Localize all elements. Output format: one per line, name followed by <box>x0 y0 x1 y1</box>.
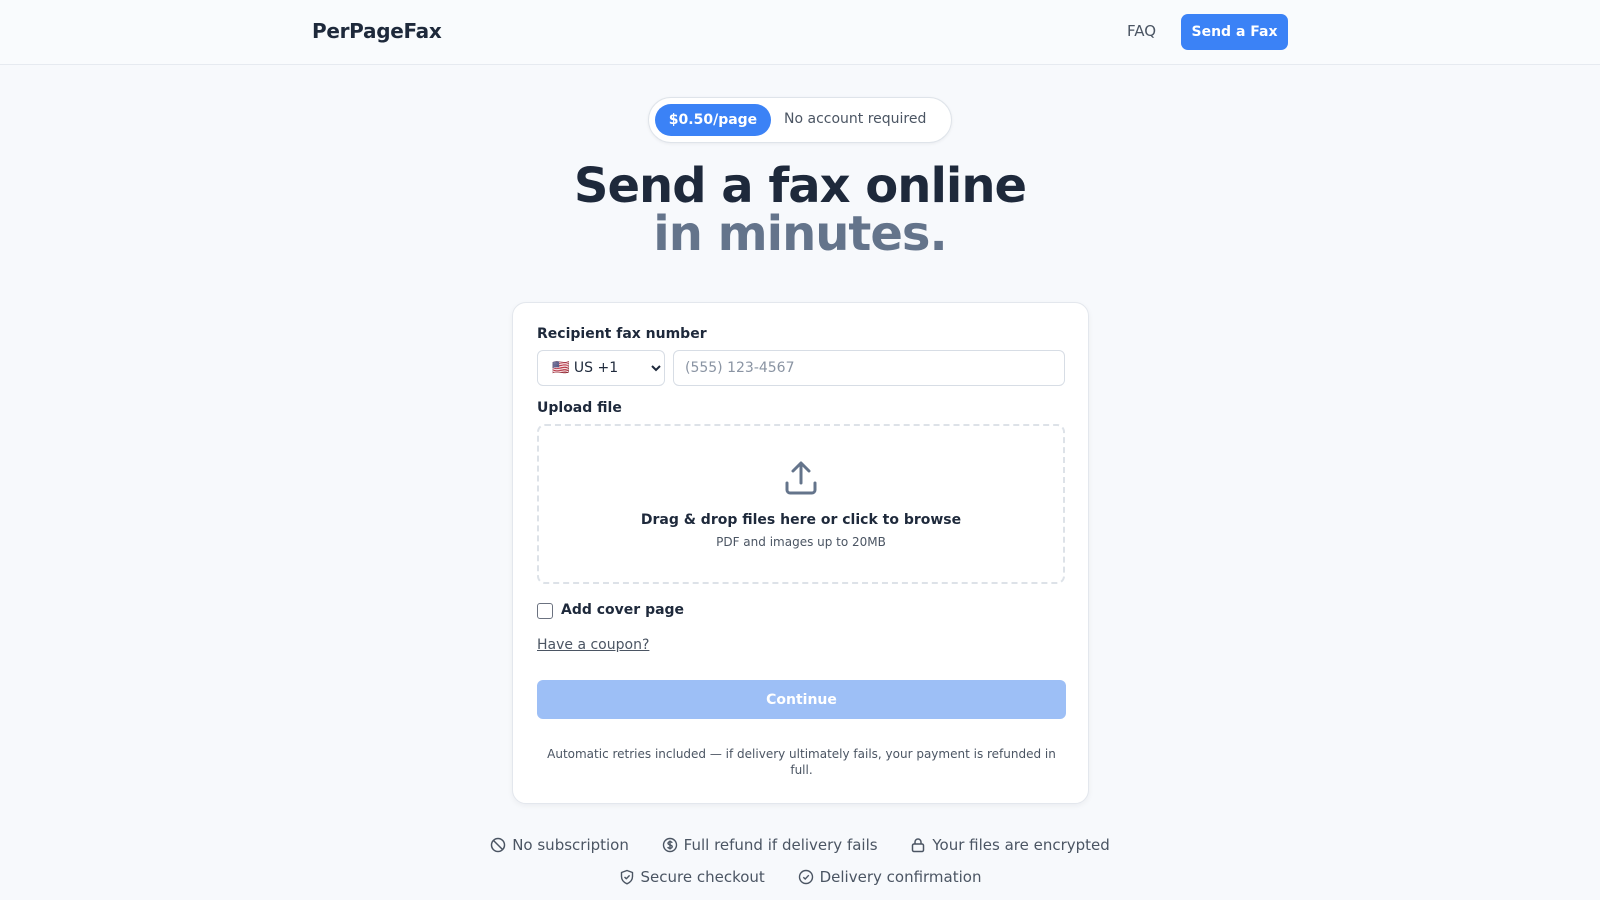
refund-footnote: Automatic retries included — if delivery… <box>547 747 1056 777</box>
dollar-circle-icon <box>662 837 677 853</box>
send-fax-button[interactable]: Send a Fax <box>1181 14 1288 50</box>
trust-no-subscription: No subscription <box>490 836 629 854</box>
page-title: Send a fax online in minutes. <box>0 162 1600 258</box>
trust-delivery-confirmation: Delivery confirmation <box>798 868 981 886</box>
top-header: PerPageFax FAQ Send a Fax <box>0 0 1600 65</box>
upload-label: Upload file <box>537 400 622 416</box>
check-circle-icon <box>798 869 813 885</box>
cover-page-label[interactable]: Add cover page <box>561 602 684 618</box>
shield-check-icon <box>620 869 633 885</box>
title-line-1: Send a fax online <box>573 158 1027 214</box>
nav-faq-link[interactable]: FAQ <box>1127 22 1156 40</box>
trust-full-refund: Full refund if delivery fails <box>662 836 878 854</box>
coupon-link[interactable]: Have a coupon? <box>537 637 649 653</box>
trust-row-2: Secure checkout Delivery confirmation <box>0 868 1600 886</box>
lock-icon <box>912 838 925 853</box>
trust-encrypted: Your files are encrypted <box>910 836 1110 854</box>
country-code-select[interactable]: 🇺🇸 US +1 <box>537 350 665 386</box>
no-account-note: No account required <box>784 111 927 127</box>
fax-form-card: Recipient fax number 🇺🇸 US +1 Upload fil… <box>512 302 1089 804</box>
pricing-pill: $0.50/page No account required <box>648 97 952 143</box>
title-line-2: in minutes. <box>653 206 947 262</box>
dropzone-hint: PDF and images up to 20MB <box>716 535 886 549</box>
recipient-label: Recipient fax number <box>537 326 707 342</box>
trust-secure-checkout: Secure checkout <box>619 868 765 886</box>
cover-page-checkbox[interactable] <box>537 603 553 619</box>
file-dropzone[interactable]: Drag & drop files here or click to brows… <box>537 424 1065 584</box>
upload-icon <box>785 461 817 495</box>
trust-row-1: No subscription Full refund if delivery … <box>0 836 1600 854</box>
ban-icon <box>490 837 506 853</box>
fax-number-input[interactable] <box>673 350 1065 386</box>
dropzone-instructions: Drag & drop files here or click to brows… <box>640 512 962 528</box>
price-badge: $0.50/page <box>655 104 771 136</box>
logo[interactable]: PerPageFax <box>312 19 442 43</box>
continue-button[interactable]: Continue <box>537 680 1066 719</box>
